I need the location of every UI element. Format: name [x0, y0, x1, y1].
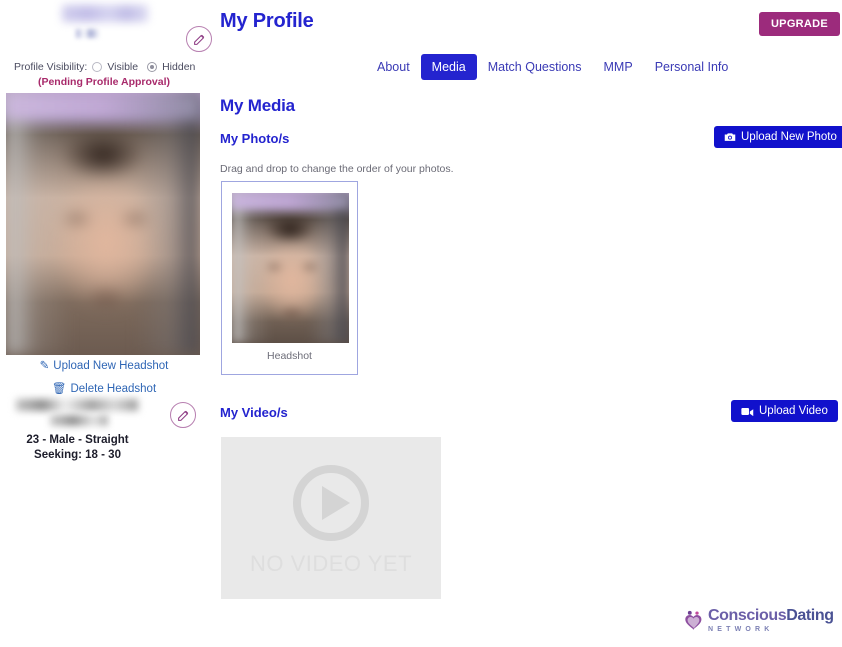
- upgrade-button[interactable]: UPGRADE: [759, 12, 840, 36]
- logo-main-text: ConsciousDating: [708, 608, 834, 624]
- upload-new-photo-label: Upload New Photo: [741, 131, 837, 143]
- profile-tabs: About Media Match Questions MMP Personal…: [366, 54, 739, 80]
- profile-visibility-row: Profile Visibility: Visible Hidden: [14, 61, 200, 73]
- delete-headshot-link[interactable]: 🗑 Delete Headshot: [0, 381, 208, 395]
- logo-word-dating: Dating: [786, 607, 834, 624]
- upload-new-photo-button[interactable]: Upload New Photo: [714, 126, 842, 148]
- user-seeking: Seeking: 18 - 30: [34, 449, 121, 461]
- blurred-user-name-line1: [16, 399, 138, 411]
- logo-word-conscious: Conscious: [708, 607, 787, 624]
- logo-sub-text: NETWORK: [708, 626, 774, 633]
- photo-card[interactable]: Headshot: [221, 181, 358, 375]
- tab-media[interactable]: Media: [420, 54, 477, 80]
- headshot-face: [6, 93, 200, 355]
- drag-drop-hint: Drag and drop to change the order of you…: [220, 163, 454, 175]
- upload-video-button[interactable]: Upload Video: [731, 400, 838, 422]
- page-title: My Profile: [220, 10, 314, 32]
- pencil-edit-icon: [177, 410, 188, 421]
- tab-personal-info[interactable]: Personal Info: [644, 54, 740, 80]
- tab-about[interactable]: About: [366, 54, 421, 80]
- blurred-site-logo: [62, 5, 148, 22]
- radio-hidden-label: Hidden: [162, 61, 196, 73]
- headshot-top-band: [6, 93, 200, 119]
- play-triangle: [321, 486, 350, 520]
- radio-visible-label: Visible: [107, 61, 139, 73]
- photo-thumbnail: [232, 193, 349, 343]
- tab-mmp[interactable]: MMP: [593, 54, 644, 80]
- logo-wordmark: ConsciousDating NETWORK: [708, 608, 834, 634]
- no-video-text: NO VIDEO YET: [249, 551, 413, 576]
- footer-logo: ConsciousDating NETWORK: [683, 608, 834, 633]
- videos-subsection-title: My Video/s: [220, 405, 288, 420]
- profile-sidebar: Profile Visibility: Visible Hidden (Pend…: [0, 0, 212, 647]
- media-section-title: My Media: [220, 96, 295, 115]
- radio-visible[interactable]: [92, 62, 103, 72]
- pencil-square-icon: ✎: [39, 360, 50, 372]
- radio-hidden[interactable]: [147, 62, 158, 72]
- camera-icon: [724, 133, 736, 141]
- tab-match-questions[interactable]: Match Questions: [477, 54, 593, 80]
- upload-new-headshot-link[interactable]: ✎ Upload New Headshot: [0, 358, 208, 372]
- pencil-edit-icon: [193, 34, 204, 45]
- blurred-user-name-line2: [50, 415, 108, 426]
- profile-media-page: Profile Visibility: Visible Hidden (Pend…: [0, 0, 842, 647]
- video-empty-placeholder: NO VIDEO YET: [221, 437, 441, 599]
- heart-couple-logo-icon: [685, 610, 702, 630]
- photo-thumbnail-face: [232, 193, 349, 343]
- user-demographics: 23 - Male - Straight: [26, 434, 129, 446]
- video-camera-icon: [741, 407, 754, 416]
- pending-approval-notice: (Pending Profile Approval): [37, 76, 171, 88]
- blurred-site-tagline: [76, 29, 100, 38]
- upload-new-headshot-label: Upload New Headshot: [53, 360, 169, 372]
- profile-visibility-label: Profile Visibility:: [14, 61, 88, 73]
- photos-subsection-title: My Photo/s: [220, 131, 290, 146]
- play-icon: [293, 465, 369, 541]
- photo-caption: Headshot: [267, 350, 312, 362]
- photo-thumbnail-top-band: [232, 193, 349, 209]
- profile-headshot-image: [6, 93, 200, 355]
- edit-profile-name-button[interactable]: [170, 402, 196, 428]
- delete-headshot-label: Delete Headshot: [70, 383, 157, 395]
- upload-video-label: Upload Video: [759, 405, 828, 417]
- trash-icon: 🗑: [51, 383, 67, 395]
- edit-account-button[interactable]: [186, 26, 212, 52]
